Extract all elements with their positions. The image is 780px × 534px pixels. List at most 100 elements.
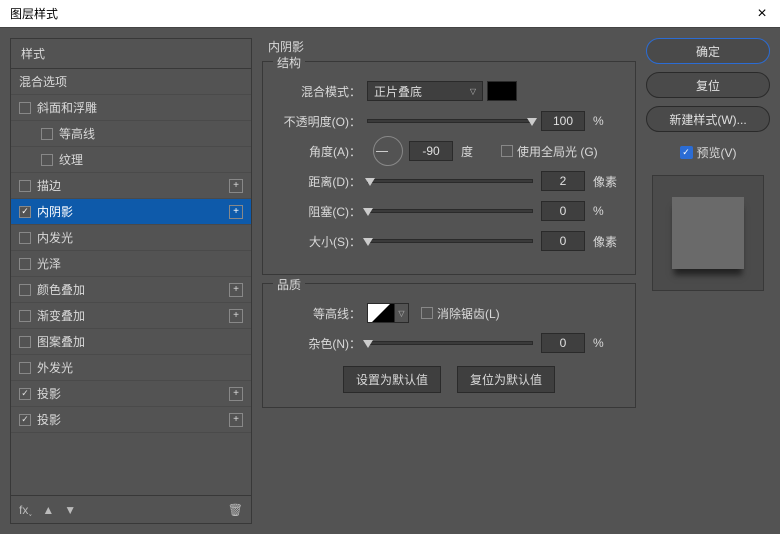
checkbox-icon[interactable] — [19, 258, 31, 270]
contour-thumbnail — [367, 303, 395, 323]
style-item-label: 光泽 — [37, 255, 243, 272]
blend-mode-label: 混合模式： — [275, 83, 361, 100]
plus-icon[interactable]: + — [229, 179, 243, 193]
ok-button[interactable]: 确定 — [646, 38, 770, 64]
trash-icon[interactable]: 🗑 — [228, 503, 243, 517]
anti-alias-label: 消除锯齿(L) — [437, 305, 500, 322]
noise-input[interactable]: 0 — [541, 333, 585, 353]
style-item-label: 纹理 — [59, 151, 243, 168]
contour-label: 等高线： — [275, 305, 361, 322]
arrow-up-icon[interactable]: ▲ — [42, 503, 54, 517]
global-light-label: 使用全局光 (G) — [517, 143, 598, 160]
styles-header: 样式 — [11, 39, 251, 69]
arrow-down-icon[interactable]: ▼ — [64, 503, 76, 517]
opacity-input[interactable]: 100 — [541, 111, 585, 131]
make-default-button[interactable]: 设置为默认值 — [343, 366, 441, 393]
checkbox-icon[interactable] — [19, 232, 31, 244]
style-item[interactable]: 混合选项 — [11, 69, 251, 95]
checkbox-icon[interactable] — [19, 388, 31, 400]
choke-unit: % — [593, 204, 623, 218]
style-item-label: 外发光 — [37, 359, 243, 376]
opacity-slider[interactable] — [367, 119, 533, 123]
noise-slider[interactable] — [367, 341, 533, 345]
angle-label: 角度(A)： — [275, 143, 361, 160]
style-item[interactable]: 等高线 — [11, 121, 251, 147]
distance-input[interactable]: 2 — [541, 171, 585, 191]
plus-icon[interactable]: + — [229, 413, 243, 427]
distance-label: 距离(D)： — [275, 173, 361, 190]
style-item[interactable]: 渐变叠加+ — [11, 303, 251, 329]
style-item-label: 图案叠加 — [37, 333, 243, 350]
global-light-checkbox[interactable]: 使用全局光 (G) — [501, 143, 598, 160]
styles-panel: 样式 混合选项斜面和浮雕等高线纹理描边+内阴影+ 内发光光泽颜色叠加+渐变叠加+ 图… — [10, 38, 252, 524]
section-title: 内阴影 — [268, 38, 636, 55]
anti-alias-checkbox[interactable]: 消除锯齿(L) — [421, 305, 500, 322]
checkbox-icon — [421, 307, 433, 319]
style-item-label: 投影 — [37, 385, 229, 402]
checkbox-checked-icon: ✓ — [680, 146, 693, 159]
chevron-down-icon: ▽ — [470, 87, 476, 96]
styles-footer: fx˯ ▲ ▼ 🗑 — [11, 495, 251, 523]
window-title: 图层样式 — [10, 5, 744, 22]
fx-icon[interactable]: fx˯ — [19, 503, 32, 517]
checkbox-icon[interactable] — [19, 180, 31, 192]
style-item[interactable]: 纹理 — [11, 147, 251, 173]
opacity-unit: % — [593, 114, 623, 128]
close-icon[interactable]: × — [744, 5, 780, 23]
shadow-color-swatch[interactable] — [487, 81, 517, 101]
noise-unit: % — [593, 336, 623, 350]
style-item-label: 内发光 — [37, 229, 243, 246]
reset-default-button[interactable]: 复位为默认值 — [457, 366, 555, 393]
size-label: 大小(S)： — [275, 233, 361, 250]
checkbox-icon[interactable] — [19, 284, 31, 296]
checkbox-icon[interactable] — [19, 362, 31, 374]
title-bar: 图层样式 × — [0, 0, 780, 28]
choke-label: 阻塞(C)： — [275, 203, 361, 220]
style-item[interactable]: 投影+ — [11, 381, 251, 407]
style-item[interactable]: 内发光 — [11, 225, 251, 251]
structure-title: 结构 — [273, 54, 305, 71]
blend-mode-select[interactable]: 正片叠底 ▽ — [367, 81, 483, 101]
plus-icon[interactable]: + — [229, 283, 243, 297]
blend-mode-value: 正片叠底 — [374, 83, 422, 100]
angle-input[interactable]: -90 — [409, 141, 453, 161]
preview-swatch — [672, 197, 744, 269]
style-item[interactable]: 投影+ — [11, 407, 251, 433]
contour-select[interactable]: ▽ — [367, 303, 411, 323]
new-style-button[interactable]: 新建样式(W)... — [646, 106, 770, 132]
checkbox-icon[interactable] — [19, 414, 31, 426]
style-item[interactable]: 光泽 — [11, 251, 251, 277]
opacity-label: 不透明度(O)： — [275, 113, 361, 130]
style-item[interactable]: 图案叠加 — [11, 329, 251, 355]
checkbox-icon[interactable] — [41, 154, 53, 166]
checkbox-icon[interactable] — [41, 128, 53, 140]
style-item-label: 投影 — [37, 411, 229, 428]
preview-box — [652, 175, 764, 291]
checkbox-icon[interactable] — [19, 310, 31, 322]
style-item-label: 混合选项 — [19, 73, 243, 90]
checkbox-icon[interactable] — [19, 206, 31, 218]
reset-button[interactable]: 复位 — [646, 72, 770, 98]
style-item[interactable]: 内阴影+ — [11, 199, 251, 225]
choke-slider[interactable] — [367, 209, 533, 213]
preview-checkbox[interactable]: ✓ 预览(V) — [646, 144, 770, 161]
preview-label: 预览(V) — [697, 144, 737, 161]
size-unit: 像素 — [593, 233, 623, 250]
style-item[interactable]: 外发光 — [11, 355, 251, 381]
style-item-label: 斜面和浮雕 — [37, 99, 243, 116]
checkbox-icon — [501, 145, 513, 157]
plus-icon[interactable]: + — [229, 309, 243, 323]
distance-slider[interactable] — [367, 179, 533, 183]
choke-input[interactable]: 0 — [541, 201, 585, 221]
size-slider[interactable] — [367, 239, 533, 243]
style-item[interactable]: 斜面和浮雕 — [11, 95, 251, 121]
plus-icon[interactable]: + — [229, 205, 243, 219]
structure-group: 结构 混合模式： 正片叠底 ▽ 不透明度(O)： 100 % 角度(A)： -9… — [262, 61, 636, 275]
plus-icon[interactable]: + — [229, 387, 243, 401]
style-item[interactable]: 描边+ — [11, 173, 251, 199]
checkbox-icon[interactable] — [19, 336, 31, 348]
checkbox-icon[interactable] — [19, 102, 31, 114]
style-item[interactable]: 颜色叠加+ — [11, 277, 251, 303]
angle-dial[interactable] — [373, 136, 403, 166]
size-input[interactable]: 0 — [541, 231, 585, 251]
